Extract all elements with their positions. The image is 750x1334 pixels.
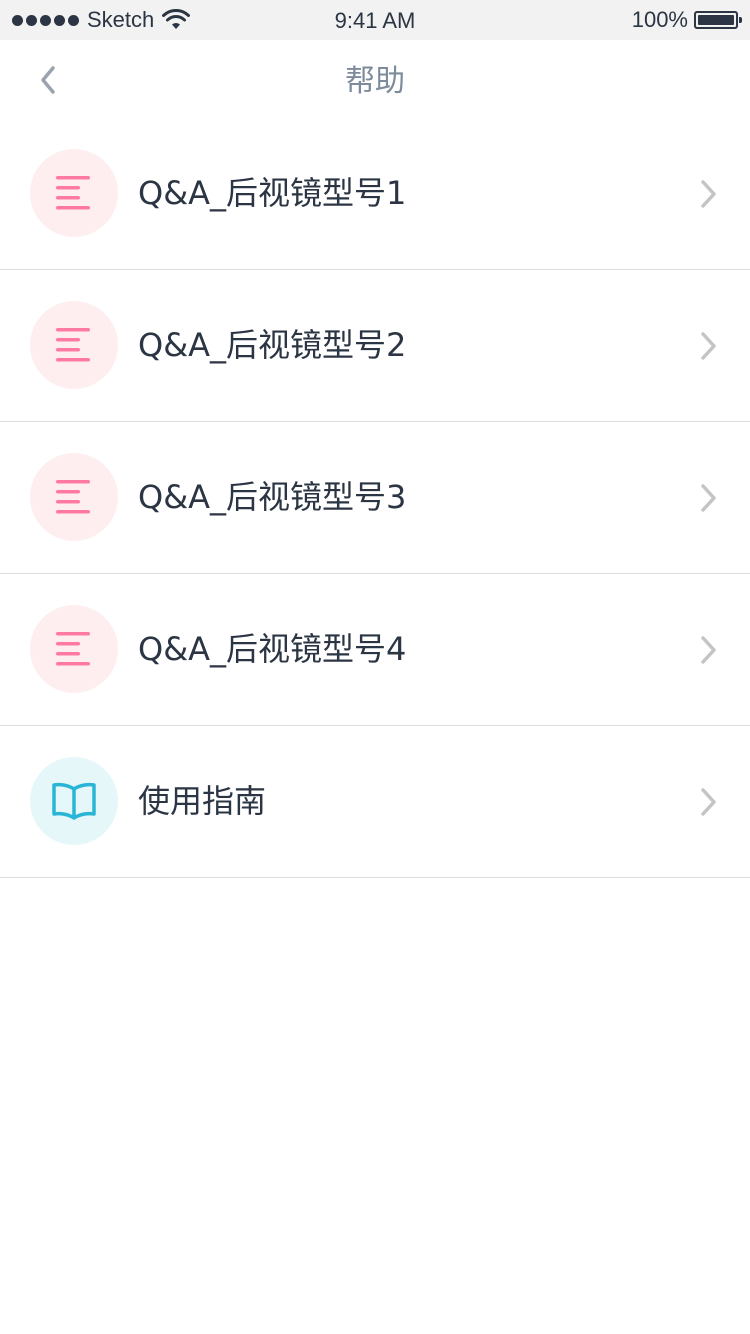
list-item-label: Q&A_后视镜型号1 [138,174,407,212]
list-item-label: Q&A_后视镜型号3 [138,478,407,516]
chevron-right-icon [701,484,716,512]
list-item-user-guide[interactable]: 使用指南 [0,726,750,878]
page-title: 帮助 [345,64,405,99]
list-item-label: 使用指南 [138,782,267,820]
navigation-bar: 帮助 [0,40,750,124]
battery-percentage: 100% [631,7,688,32]
list-lines-icon [30,149,118,237]
status-right: 100% [631,0,742,40]
book-icon [30,757,118,845]
back-button[interactable] [28,60,68,100]
list-item-label: Q&A_后视镜型号2 [138,326,407,364]
help-list: Q&A_后视镜型号1 Q&A_后视镜型号2 Q&A_后视镜型号3 Q&A_后视镜… [0,118,750,878]
list-item-qa-1[interactable]: Q&A_后视镜型号1 [0,118,750,270]
chevron-right-icon [701,636,716,664]
chevron-left-icon [41,66,55,94]
list-lines-icon [30,453,118,541]
list-item-label: Q&A_后视镜型号4 [138,630,407,668]
list-lines-icon [30,605,118,693]
chevron-right-icon [701,180,716,208]
status-bar: Sketch 9:41 AM 100% [0,0,750,40]
list-lines-icon [30,301,118,389]
chevron-right-icon [701,332,716,360]
chevron-right-icon [701,788,716,816]
battery-icon [694,11,742,29]
list-item-qa-2[interactable]: Q&A_后视镜型号2 [0,270,750,422]
list-item-qa-3[interactable]: Q&A_后视镜型号3 [0,422,750,574]
list-item-qa-4[interactable]: Q&A_后视镜型号4 [0,574,750,726]
